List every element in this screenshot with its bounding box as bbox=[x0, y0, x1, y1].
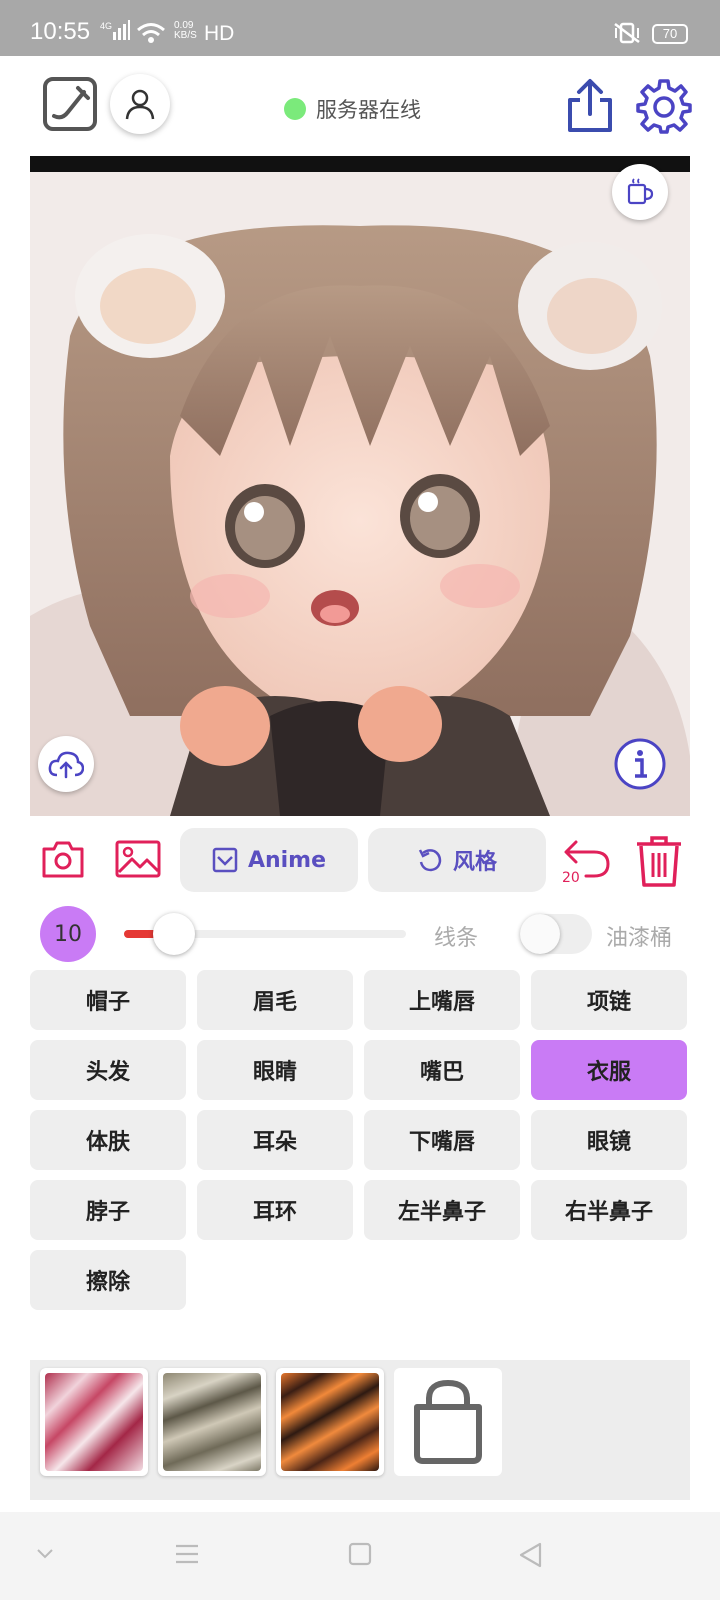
part-button[interactable]: 擦除 bbox=[30, 1250, 186, 1310]
slider-thumb[interactable] bbox=[152, 913, 195, 955]
cloud-upload-icon bbox=[48, 751, 84, 779]
net-speed: 0.09 KB/S bbox=[174, 20, 197, 41]
nav-home-button[interactable] bbox=[348, 1542, 372, 1570]
gear-icon bbox=[636, 79, 692, 134]
part-button[interactable]: 头发 bbox=[30, 1040, 186, 1100]
sketch-mode-button[interactable] bbox=[42, 76, 98, 132]
orange-tiger-texture bbox=[281, 1373, 379, 1471]
system-nav-bar bbox=[0, 1512, 720, 1600]
anime-label: Anime bbox=[247, 847, 327, 873]
shop-button[interactable] bbox=[394, 1368, 502, 1476]
canvas-top-strip bbox=[30, 156, 690, 172]
menu-icon bbox=[176, 1544, 198, 1564]
gallery-button[interactable] bbox=[114, 836, 162, 882]
part-button[interactable]: 眼睛 bbox=[197, 1040, 353, 1100]
chevron-down-icon bbox=[37, 1549, 53, 1559]
part-button[interactable]: 体肤 bbox=[30, 1110, 186, 1170]
status-time: 10:55 bbox=[30, 18, 91, 45]
bucket-mode-label[interactable]: 油漆桶 bbox=[606, 920, 672, 952]
shop-bag-icon bbox=[414, 1379, 482, 1464]
share-icon bbox=[568, 79, 612, 132]
cell-signal-icon: 4G bbox=[100, 20, 130, 44]
anime-model-button[interactable]: Anime bbox=[180, 828, 358, 892]
part-button[interactable]: 嘴巴 bbox=[364, 1040, 520, 1100]
battery-indicator: 70 bbox=[652, 24, 688, 44]
server-status-label: 服务器在线 bbox=[316, 98, 421, 122]
status-bar: 10:55 4G 0.09 KB/S HD 70 bbox=[0, 0, 720, 56]
undo-count: 20 bbox=[562, 870, 580, 886]
texture-swatch-olive[interactable] bbox=[158, 1368, 266, 1476]
tool-row: Anime 风格 20 bbox=[0, 826, 720, 906]
style-button[interactable]: 风格 bbox=[368, 828, 546, 892]
back-triangle-icon bbox=[519, 1542, 542, 1568]
part-button[interactable]: 脖子 bbox=[30, 1180, 186, 1240]
nav-back-button[interactable] bbox=[518, 1542, 544, 1572]
home-square-icon bbox=[348, 1542, 372, 1566]
brush-size-slider[interactable] bbox=[124, 913, 406, 955]
brush-size-indicator: 10 bbox=[40, 906, 96, 962]
camera-button[interactable] bbox=[40, 836, 86, 882]
part-button[interactable]: 上嘴唇 bbox=[364, 970, 520, 1030]
part-button[interactable]: 右半鼻子 bbox=[531, 1180, 687, 1240]
part-button[interactable]: 眼镜 bbox=[531, 1110, 687, 1170]
trash-icon bbox=[637, 836, 681, 887]
vibrate-mode-icon bbox=[612, 22, 642, 48]
nav-collapse-button[interactable] bbox=[34, 1542, 56, 1568]
status-dot bbox=[284, 98, 306, 120]
generated-image-canvas[interactable] bbox=[30, 156, 690, 816]
info-button[interactable] bbox=[612, 736, 668, 792]
part-button[interactable]: 眉毛 bbox=[197, 970, 353, 1030]
server-status: 服务器在线 bbox=[284, 94, 421, 124]
refresh-icon bbox=[418, 849, 442, 872]
coffee-cup-icon bbox=[627, 178, 654, 205]
pink-white-texture bbox=[45, 1373, 143, 1471]
part-button[interactable]: 左半鼻子 bbox=[364, 1180, 520, 1240]
user-icon bbox=[125, 89, 155, 120]
line-mode-label[interactable]: 线条 bbox=[434, 920, 478, 952]
toggle-knob bbox=[520, 914, 560, 954]
part-button[interactable]: 耳环 bbox=[197, 1180, 353, 1240]
texture-swatch-pink[interactable] bbox=[40, 1368, 148, 1476]
texture-swatch-orange[interactable] bbox=[276, 1368, 384, 1476]
hd-indicator: HD bbox=[204, 22, 235, 45]
image-icon bbox=[115, 840, 161, 878]
share-button[interactable] bbox=[566, 78, 614, 134]
wifi-icon bbox=[136, 22, 166, 48]
anime-girl-illustration bbox=[30, 156, 690, 816]
segment-parts-grid: 帽子 眉毛 上嘴唇 项链头发 眼睛 嘴巴 衣服体肤 耳朵 下嘴唇 眼镜脖子 耳环 左半鼻子 右半鼻子擦除 bbox=[30, 970, 690, 1310]
olive-gray-texture bbox=[163, 1373, 261, 1471]
checkbox-icon bbox=[212, 847, 238, 873]
part-button[interactable]: 衣服 bbox=[531, 1040, 687, 1100]
delete-button[interactable] bbox=[634, 834, 684, 888]
svg-text:4G: 4G bbox=[100, 21, 112, 31]
part-button[interactable]: 下嘴唇 bbox=[364, 1110, 520, 1170]
part-button[interactable]: 项链 bbox=[531, 970, 687, 1030]
user-profile-button[interactable] bbox=[110, 74, 170, 134]
camera-icon bbox=[42, 841, 84, 878]
info-icon bbox=[614, 738, 666, 790]
part-button[interactable]: 帽子 bbox=[30, 970, 186, 1030]
nav-menu-button[interactable] bbox=[174, 1542, 200, 1570]
bucket-toggle[interactable] bbox=[520, 914, 592, 954]
upload-button[interactable] bbox=[38, 736, 94, 792]
settings-button[interactable] bbox=[636, 78, 692, 134]
coffee-button[interactable] bbox=[612, 164, 668, 220]
texture-palette bbox=[30, 1360, 690, 1500]
part-button[interactable]: 耳朵 bbox=[197, 1110, 353, 1170]
style-label: 风格 bbox=[452, 850, 497, 875]
edit-pad-icon bbox=[43, 77, 97, 131]
top-bar: 服务器在线 bbox=[0, 56, 720, 156]
